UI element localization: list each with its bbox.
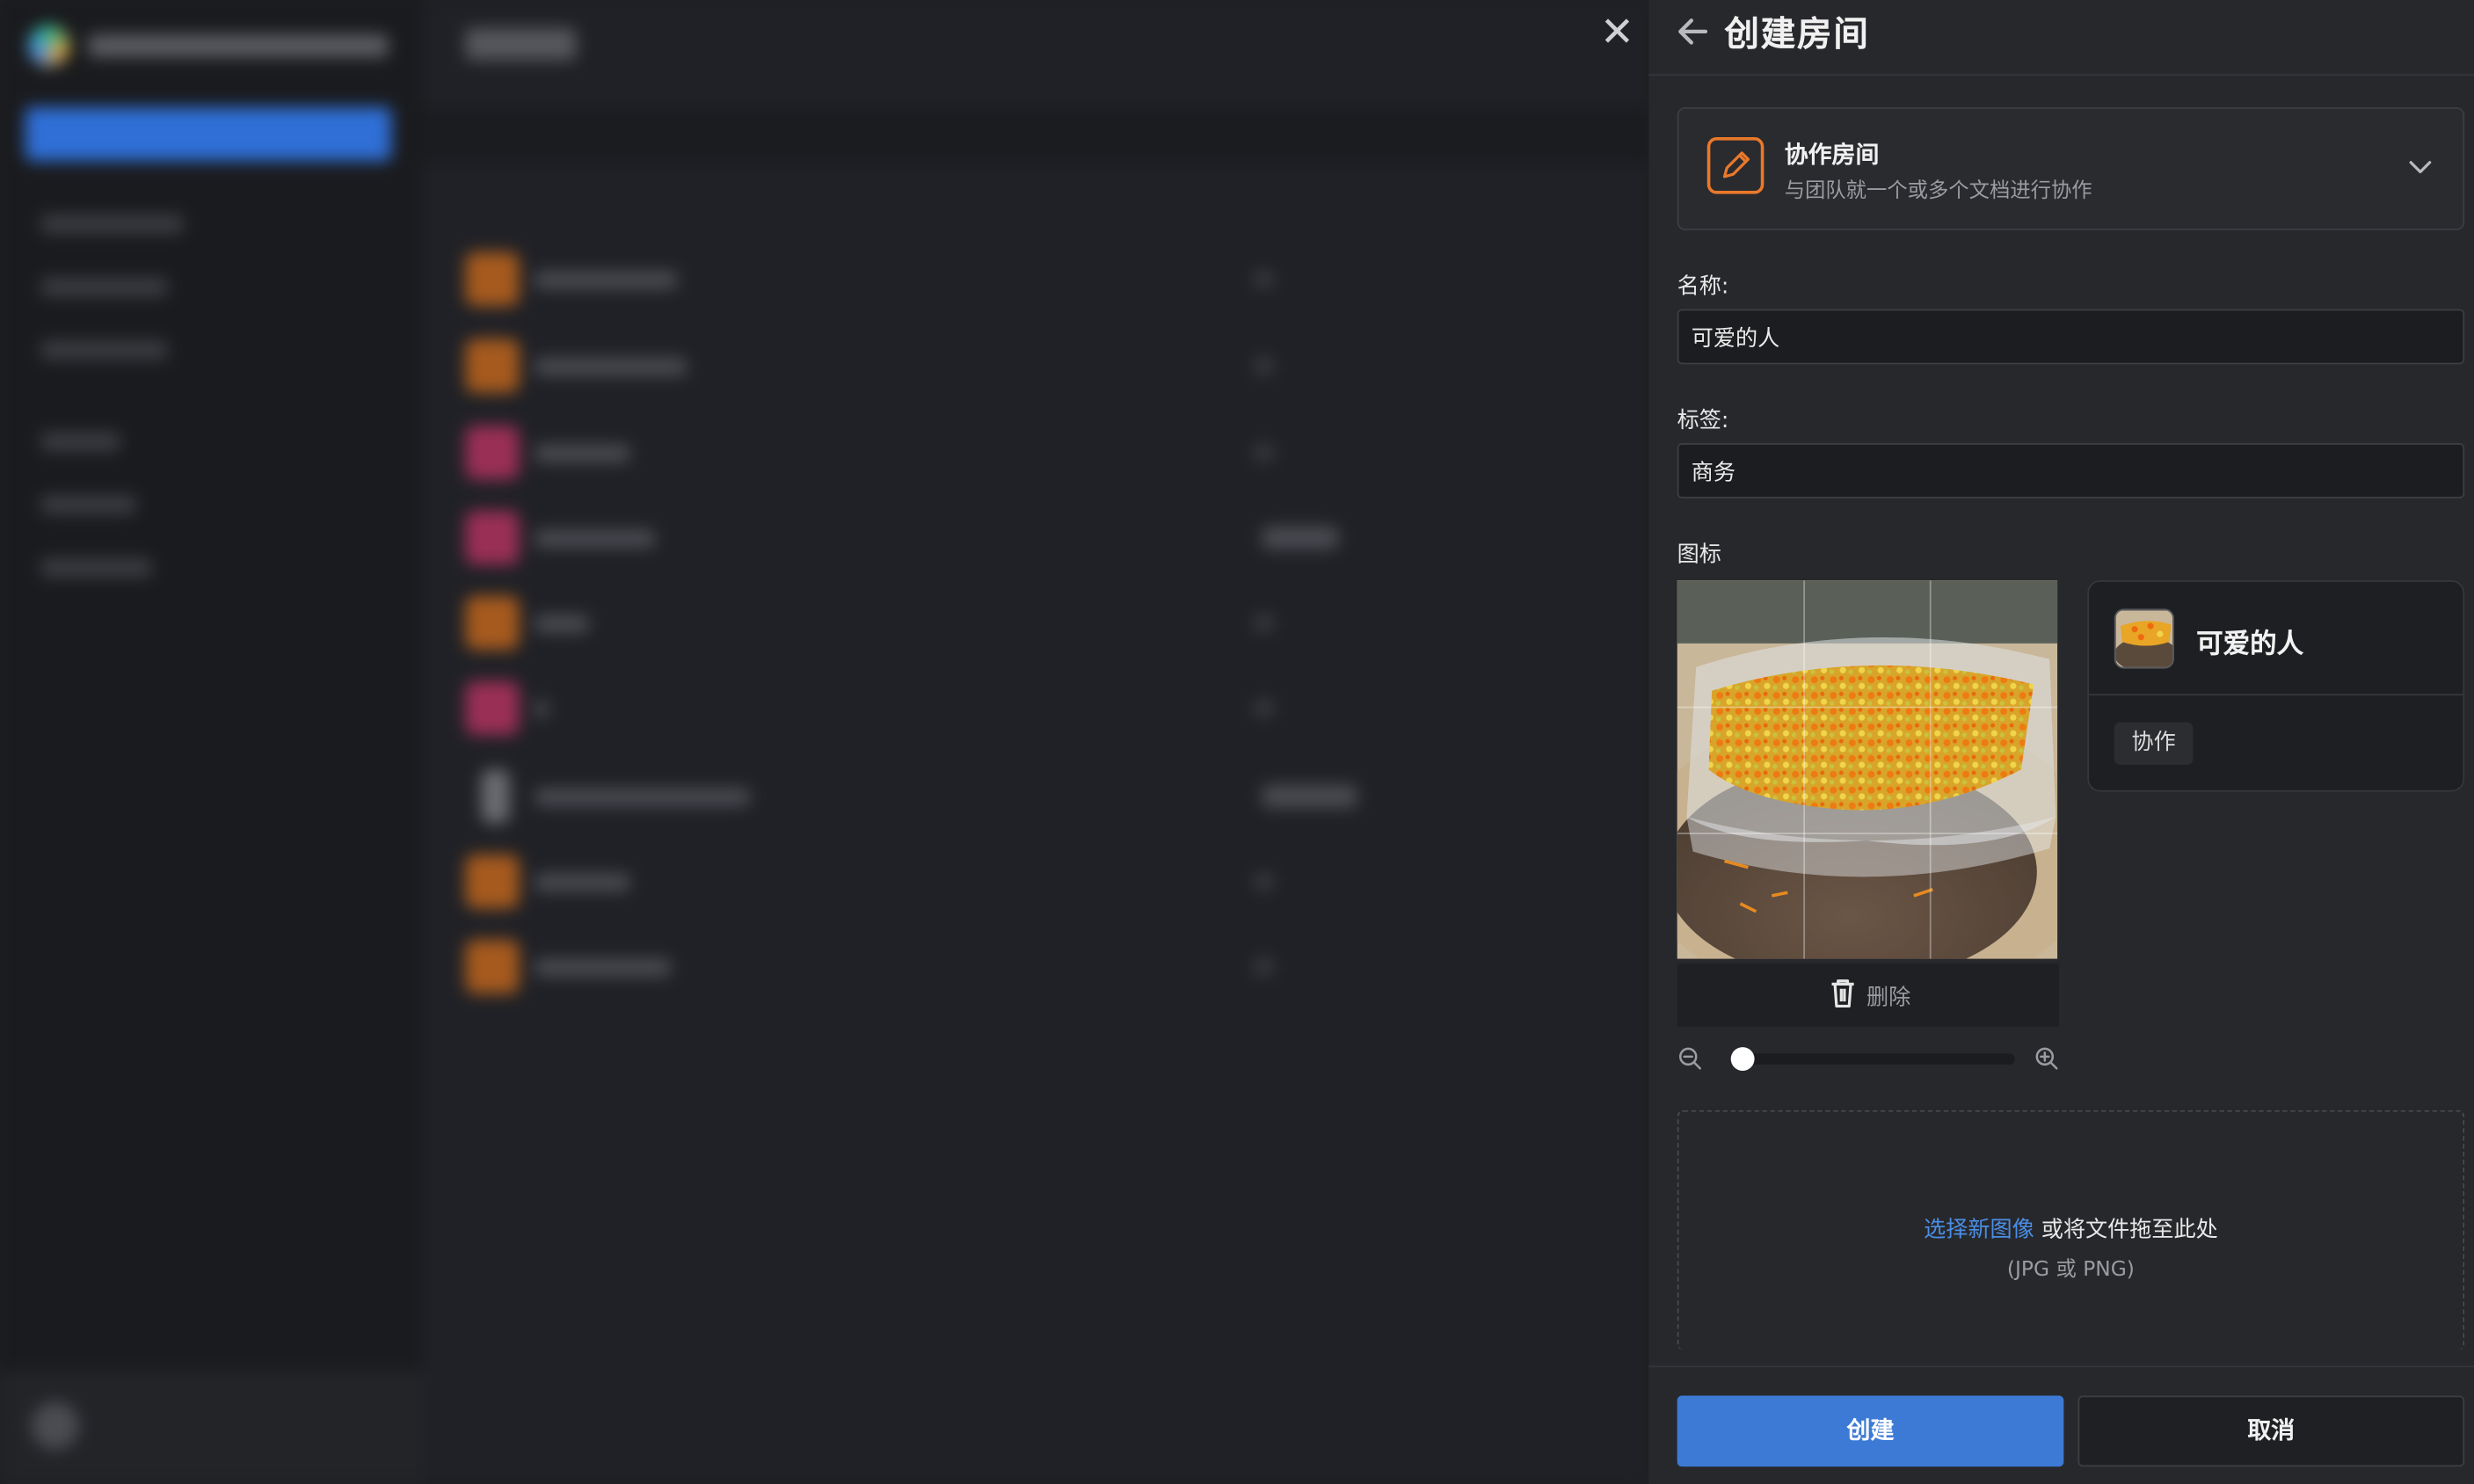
trash-icon [1831, 979, 1854, 1008]
panel-footer: 创建 取消 [1648, 1365, 2474, 1484]
icon-label: 图标 [1677, 542, 1721, 568]
delete-button[interactable]: 删除 [1677, 964, 2059, 1027]
zoom-in-icon[interactable] [2034, 1045, 2059, 1071]
image-dropzone[interactable]: 选择新图像 或将文件拖至此处 (JPG 或 PNG) [1677, 1109, 2465, 1350]
preview-room-tag: 协作 [2114, 722, 2194, 765]
room-type-description: 与团队就一个或多个文档进行协作 [1784, 179, 2092, 204]
pencil-icon [1706, 137, 1765, 194]
zoom-out-icon[interactable] [1677, 1045, 1703, 1071]
preview-room-name: 可爱的人 [2196, 629, 2304, 661]
panel-header: 创建房间 [1648, 0, 2474, 76]
delete-label: 删除 [1866, 986, 1911, 1011]
create-button[interactable]: 创建 [1677, 1395, 2064, 1467]
close-icon[interactable]: ✕ [1594, 10, 1641, 57]
icon-crop-image[interactable] [1677, 580, 2058, 959]
create-room-panel: 创建房间 协作房间 与团队就一个或多个文档进行协作 名称: 标签: 图标 [1648, 0, 2474, 1484]
dropzone-hint: (JPG 或 PNG) [2006, 1258, 2135, 1283]
arrow-left-icon[interactable] [1674, 10, 1712, 54]
name-input[interactable] [1677, 309, 2465, 365]
chevron-down-icon [2409, 161, 2432, 174]
room-type-name: 协作房间 [1784, 140, 1880, 169]
room-preview-card: 可爱的人 协作 [2087, 580, 2465, 792]
cancel-button[interactable]: 取消 [2077, 1395, 2465, 1467]
name-label: 名称: [1677, 274, 1729, 300]
dropzone-text: 或将文件拖至此处 [2041, 1217, 2218, 1243]
room-avatar [2114, 608, 2174, 669]
tags-input[interactable] [1677, 443, 2465, 498]
select-new-image-link[interactable]: 选择新图像 [1924, 1218, 2034, 1243]
tags-label: 标签: [1677, 408, 1729, 434]
zoom-slider-track[interactable] [1740, 1053, 2015, 1065]
room-type-selector[interactable]: 协作房间 与团队就一个或多个文档进行协作 [1677, 106, 2465, 230]
background-app [0, 0, 1649, 1484]
zoom-slider-handle[interactable] [1730, 1047, 1755, 1071]
page-title: 创建房间 [1724, 15, 1870, 55]
